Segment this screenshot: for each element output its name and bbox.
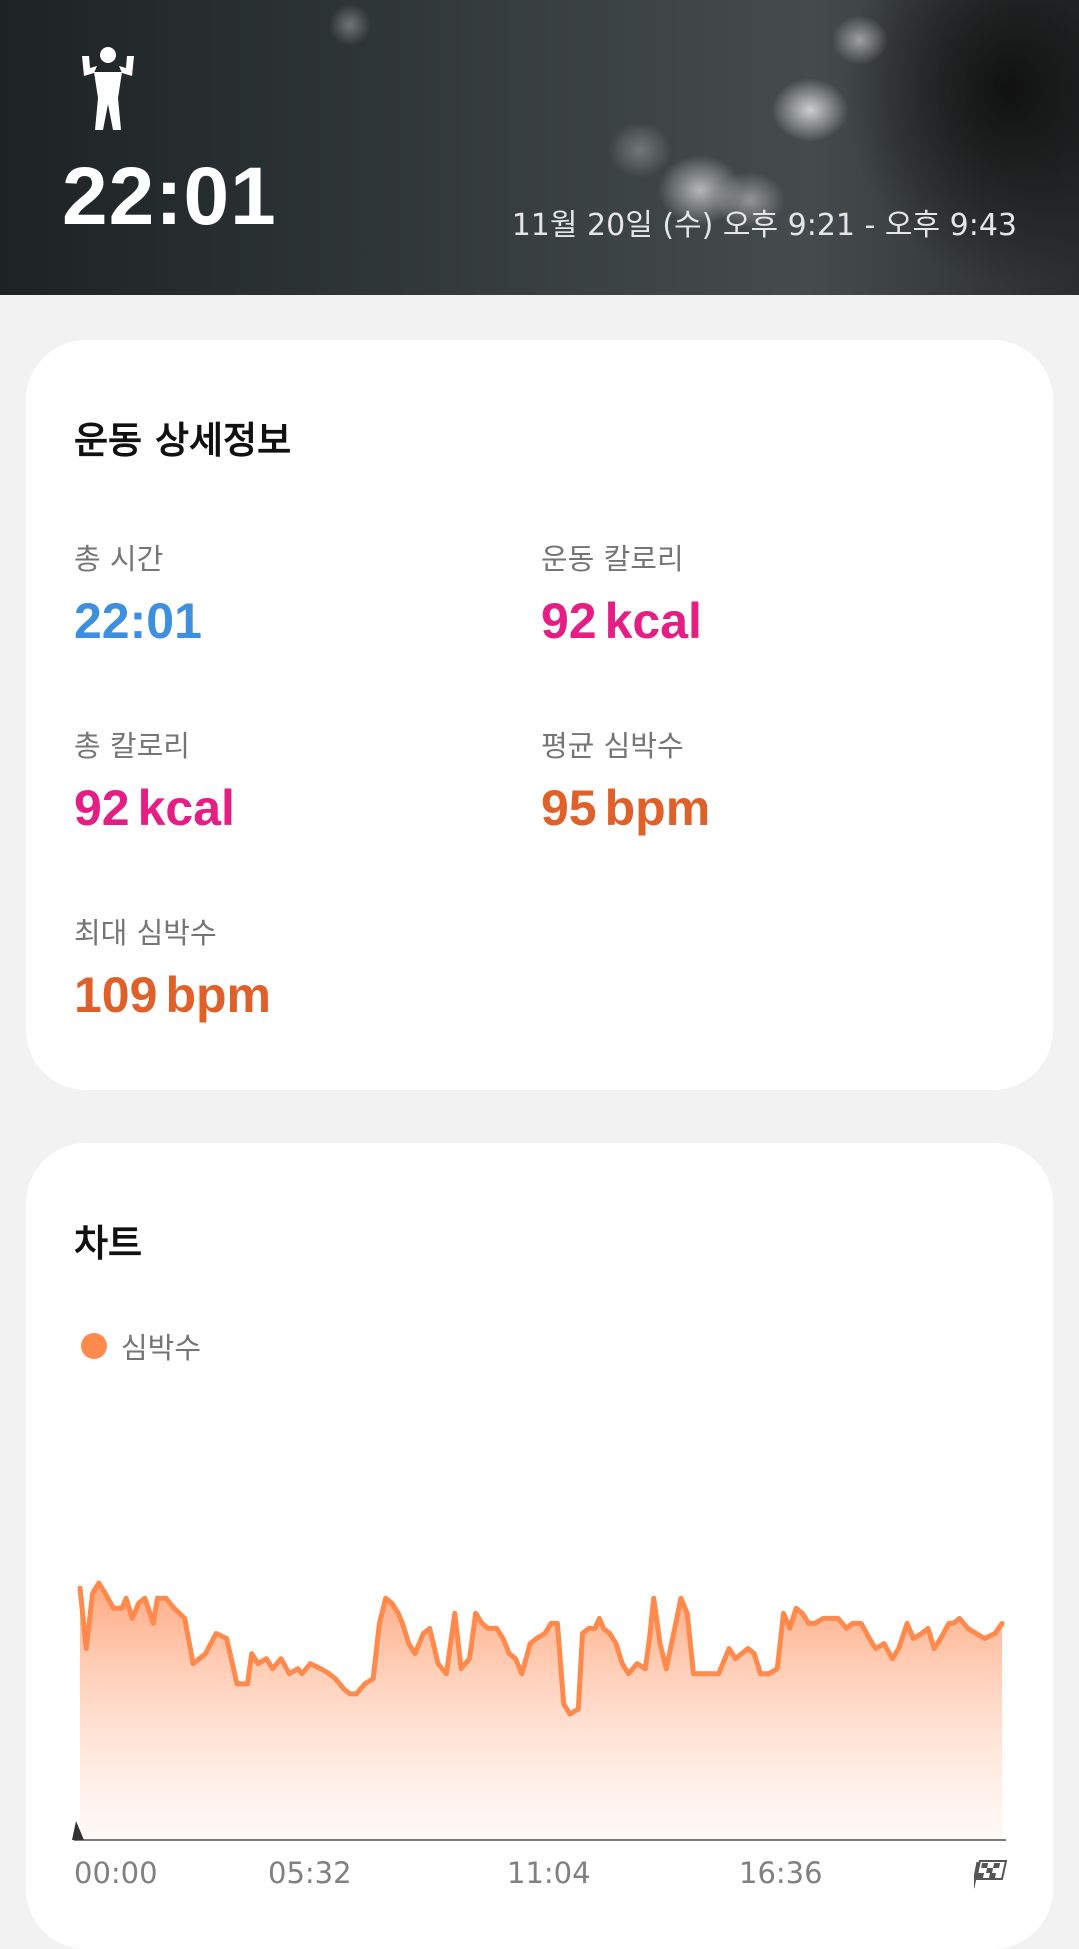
stat-label: 총 칼로리 (74, 729, 190, 763)
workout-details-card: 운동 상세정보 총 시간 22:01 운동 칼로리 92 kcal 총 칼로리 9… (26, 340, 1053, 1090)
chart-card: 차트 심박수 00:00 05:32 11:04 16:36 (26, 1143, 1053, 1949)
heart-rate-area (80, 1583, 1003, 1840)
stat-label: 총 시간 (74, 542, 164, 576)
stat-label: 평균 심박수 (541, 729, 684, 763)
stat-value: 92 kcal (74, 780, 235, 836)
workout-header: 22:01 11월 20일 (수) 오후 9:21 - 오후 9:43 (0, 0, 1079, 295)
stat-label: 최대 심박수 (74, 916, 217, 950)
stat-max-heart-rate: 최대 심박수 109 bpm (74, 910, 271, 1024)
checkered-flag-icon (974, 1860, 1008, 1889)
stat-value: 109 bpm (74, 967, 271, 1023)
stat-value: 92 kcal (541, 593, 702, 649)
stat-workout-calories: 운동 칼로리 92 kcal (541, 536, 702, 650)
x-tick-label: 00:00 (74, 1856, 158, 1890)
card-title: 운동 상세정보 (74, 419, 292, 462)
stat-total-time: 총 시간 22:01 (74, 536, 202, 650)
workout-date-range: 11월 20일 (수) 오후 9:21 - 오후 9:43 (511, 208, 1017, 243)
stat-total-calories: 총 칼로리 92 kcal (74, 723, 235, 837)
stat-label: 운동 칼로리 (541, 542, 684, 576)
stat-value: 95 bpm (541, 780, 711, 836)
workout-duration: 22:01 (62, 151, 277, 242)
heart-rate-chart[interactable] (26, 1143, 1053, 1949)
person-flexing-icon (82, 47, 134, 130)
x-tick-label: 11:04 (507, 1856, 591, 1890)
stat-value: 22:01 (74, 593, 202, 649)
x-tick-label: 16:36 (739, 1856, 823, 1890)
x-tick-label: 05:32 (268, 1856, 352, 1890)
stat-average-heart-rate: 평균 심박수 95 bpm (541, 723, 710, 837)
